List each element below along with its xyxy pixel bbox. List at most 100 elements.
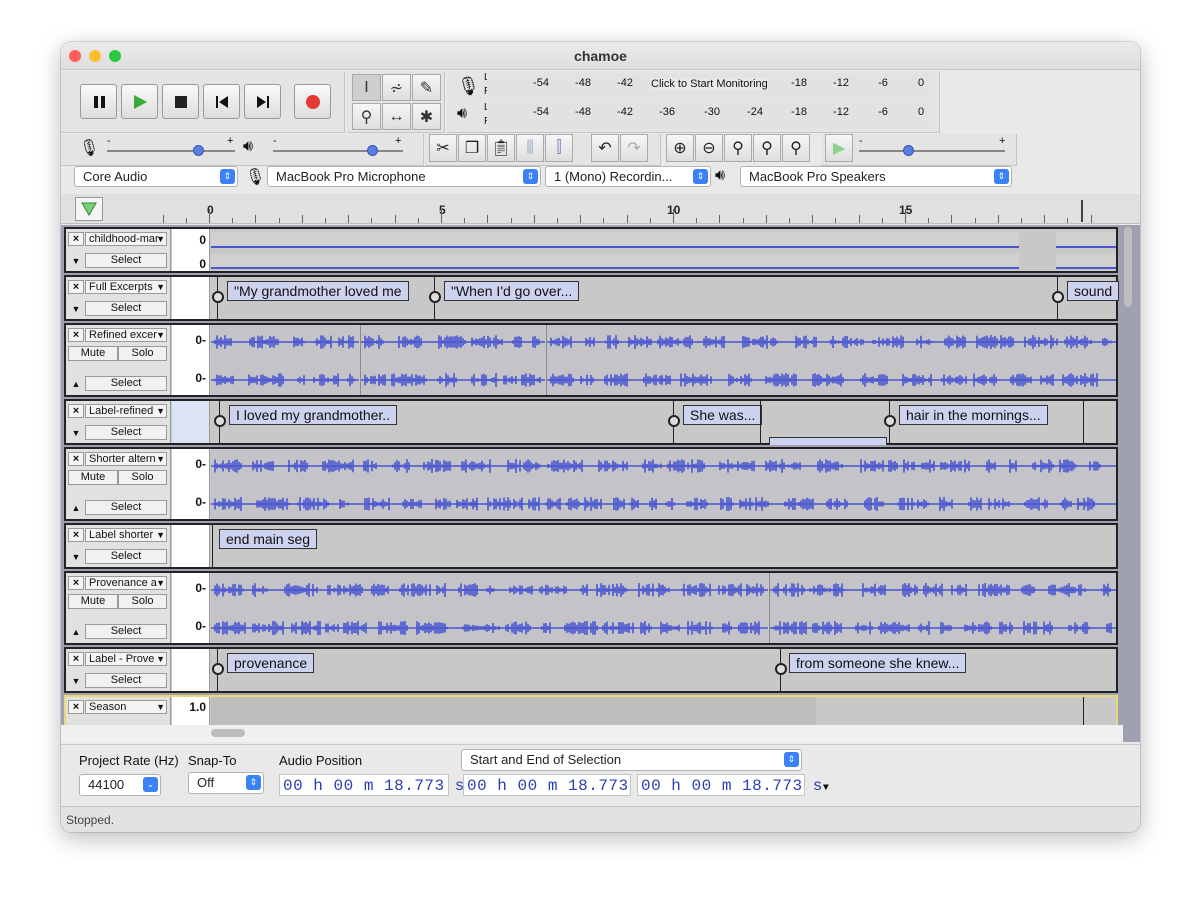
solo-button[interactable]: Solo <box>118 594 167 609</box>
mute-button[interactable]: Mute <box>68 346 118 361</box>
pause-button[interactable] <box>80 84 117 119</box>
label-text[interactable]: from someone she knew... <box>789 653 967 673</box>
zoom-in-button[interactable]: ⊕ <box>666 134 694 162</box>
track-name-button[interactable]: Label - Prove ▼ <box>85 652 167 666</box>
fit-project-button[interactable]: ⚲ <box>753 134 781 162</box>
close-track-button[interactable]: × <box>68 528 84 542</box>
fit-selection-button[interactable]: ⚲ <box>724 134 752 162</box>
close-track-button[interactable]: × <box>68 652 84 666</box>
playback-device-select[interactable]: MacBook Pro Speakers ⇕ <box>740 166 1012 187</box>
collapse-track-icon[interactable]: ▲ <box>68 625 84 640</box>
label-text[interactable]: She was... <box>683 405 763 425</box>
cut-button[interactable]: ✂ <box>429 134 457 162</box>
play-at-speed-button[interactable]: ▶ <box>825 134 853 162</box>
skip-to-start-button[interactable] <box>203 84 240 119</box>
label-handle-icon[interactable] <box>212 291 224 303</box>
project-rate-select[interactable]: 44100 ⌄ <box>79 774 161 796</box>
audio-position-timecode[interactable]: 00 h 00 m 18.773 s▼ <box>279 774 471 796</box>
collapse-track-icon[interactable]: ▲ <box>68 377 84 392</box>
multi-tool[interactable]: ✱ <box>412 103 441 130</box>
playback-meter[interactable]: -54 -48 -42 -36 -30 -24 -18 -12 -6 0 <box>487 103 927 129</box>
timeline-options-button[interactable] <box>75 197 103 221</box>
track-waveform-area[interactable] <box>211 229 1116 271</box>
collapse-track-icon[interactable]: ▼ <box>68 302 84 317</box>
undo-button[interactable]: ↶ <box>591 134 619 162</box>
track-name-button[interactable]: Full Excerpts ▼ <box>85 280 167 294</box>
track-name-button[interactable]: Shorter altern ▼ <box>85 452 167 466</box>
record-button[interactable] <box>294 84 331 119</box>
playback-speed-knob[interactable] <box>903 145 914 156</box>
audio-track[interactable]: × Shorter altern ▼ Mute Solo ▲ Select 0- … <box>64 447 1118 521</box>
collapse-track-icon[interactable]: ▼ <box>68 674 84 689</box>
label-partial[interactable] <box>769 437 887 445</box>
zoom-tool[interactable]: ⚲ <box>352 103 381 130</box>
recording-device-select[interactable]: MacBook Pro Microphone ⇕ <box>267 166 541 187</box>
label-track[interactable]: × Full Excerpts ▼ ▼ Select "My grandmothe… <box>64 275 1120 321</box>
label-track[interactable]: × Label-refined ▼ ▼ Select I loved my gra… <box>64 399 1118 445</box>
label-text[interactable]: "My grandmother loved me <box>227 281 409 301</box>
close-track-button[interactable]: × <box>68 576 84 590</box>
select-track-button[interactable]: Select <box>85 301 167 316</box>
stop-button[interactable] <box>162 84 199 119</box>
close-track-button[interactable]: × <box>68 232 84 246</box>
audio-clip[interactable] <box>211 573 768 643</box>
output-volume-slider[interactable] <box>273 150 403 152</box>
play-button[interactable] <box>121 84 158 119</box>
output-volume-knob[interactable] <box>367 145 378 156</box>
collapse-track-icon[interactable]: ▲ <box>68 501 84 516</box>
label-track[interactable]: × Label - Prove ▼ ▼ Select provenance fro… <box>64 647 1118 693</box>
collapse-track-icon[interactable]: ▼ <box>68 426 84 441</box>
close-track-button[interactable]: × <box>68 700 84 714</box>
label-handle-icon[interactable] <box>214 415 226 427</box>
label-text[interactable]: I loved my grandmother.. <box>229 405 398 425</box>
label-text[interactable]: provenance <box>227 653 315 673</box>
paste-button[interactable]: 📋︎ <box>487 134 515 162</box>
input-volume-knob[interactable] <box>193 145 204 156</box>
select-track-button[interactable]: Select <box>85 500 167 515</box>
track-name-button[interactable]: Season ▼ <box>85 700 167 714</box>
playback-speed-slider[interactable] <box>859 150 1005 152</box>
label-area[interactable]: I loved my grandmother.. She was... hair… <box>211 401 1116 445</box>
silence-button[interactable]: ⫿ <box>545 134 573 162</box>
track-name-button[interactable]: childhood-mar ▼ <box>85 232 167 246</box>
label-track[interactable]: × Label shorter ▼ ▼ Select end main seg <box>64 523 1118 569</box>
time-shift-tool[interactable]: ↔ <box>382 103 411 130</box>
recording-meter[interactable]: -54 -48 -42 Click to Start Monitoring -1… <box>487 74 927 100</box>
trim-button[interactable]: ⫼ <box>516 134 544 162</box>
track-waveform-area[interactable] <box>211 449 1116 519</box>
label-area[interactable]: provenance from someone she knew... <box>211 649 1116 691</box>
close-track-button[interactable]: × <box>68 328 84 342</box>
collapse-track-icon[interactable]: ▼ <box>68 254 84 269</box>
audio-clip[interactable] <box>769 573 1116 643</box>
draw-tool[interactable]: ✎ <box>412 74 441 101</box>
label-text[interactable]: hair in the mornings... <box>899 405 1048 425</box>
label-handle-icon[interactable] <box>668 415 680 427</box>
recording-channels-select[interactable]: 1 (Mono) Recordin... ⇕ <box>545 166 711 187</box>
vertical-scrollbar-thumb[interactable] <box>1124 227 1132 307</box>
label-handle-icon[interactable] <box>884 415 896 427</box>
audio-track[interactable]: × Refined excer ▼ Mute Solo ▲ Select 0- 0… <box>64 323 1118 397</box>
label-text[interactable]: end main seg <box>219 529 318 549</box>
skip-to-end-button[interactable] <box>244 84 281 119</box>
copy-button[interactable]: ❐ <box>458 134 486 162</box>
label-area[interactable]: end main seg <box>211 525 1116 567</box>
select-track-button[interactable]: Select <box>85 549 167 564</box>
start-monitoring-link[interactable]: Click to Start Monitoring <box>651 78 768 90</box>
label-text[interactable]: sound <box>1067 281 1120 301</box>
timeline-ruler[interactable]: 0 5 10 15 <box>61 194 1140 224</box>
solo-button[interactable]: Solo <box>118 470 167 485</box>
label-handle-icon[interactable] <box>775 663 787 675</box>
label-area[interactable]: "My grandmother loved me "When I'd go ov… <box>211 277 1120 319</box>
track-name-button[interactable]: Refined excer ▼ <box>85 328 167 342</box>
envelope-tool[interactable]: ⩫ <box>382 74 411 101</box>
select-track-button[interactable]: Select <box>85 253 167 268</box>
audio-track[interactable]: × Provenance a ▼ Mute Solo ▲ Select 0- 0- <box>64 571 1118 645</box>
close-track-button[interactable]: × <box>68 404 84 418</box>
selection-mode-select[interactable]: Start and End of Selection ⇕ <box>461 749 802 771</box>
select-track-button[interactable]: Select <box>85 624 167 639</box>
mute-button[interactable]: Mute <box>68 594 118 609</box>
selection-tool[interactable]: I <box>352 74 381 101</box>
mute-button[interactable]: Mute <box>68 470 118 485</box>
playhead-marker[interactable] <box>1081 200 1083 222</box>
redo-button[interactable]: ↷ <box>620 134 648 162</box>
